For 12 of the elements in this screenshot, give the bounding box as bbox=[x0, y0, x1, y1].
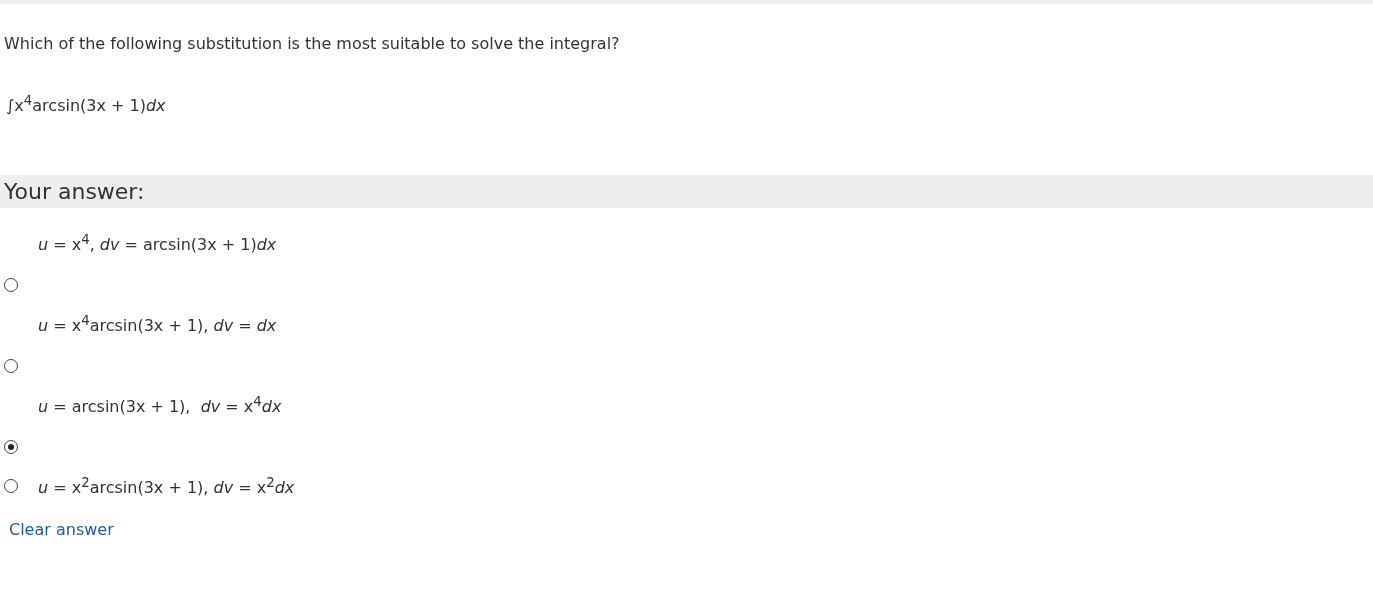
option-label[interactable]: u = x$^{4}$arcsin(3x + 1), dv = dx bbox=[38, 313, 1373, 357]
integral-expression: ∫x$^{4}$arcsin(3x + 1)dx bbox=[6, 93, 167, 116]
clear-answer-link[interactable]: Clear answer bbox=[9, 519, 114, 539]
answer-heading: Your answer: bbox=[0, 175, 1373, 209]
option-label[interactable]: u = x$^{2}$arcsin(3x + 1), dv = x$^{2}$dx bbox=[38, 475, 295, 498]
radio-button[interactable] bbox=[4, 359, 18, 373]
radio-button[interactable] bbox=[4, 440, 18, 454]
option-label[interactable]: u = arcsin(3x + 1), dv = x$^{4}$dx bbox=[38, 394, 1373, 438]
question-text: Which of the following substitution is the most suitable to solve the integral? bbox=[4, 34, 621, 53]
radio-button[interactable] bbox=[4, 479, 18, 494]
radio-button[interactable] bbox=[4, 278, 18, 292]
option-label[interactable]: u = x$^{4}$, dv = arcsin(3x + 1)dx bbox=[38, 232, 1373, 276]
